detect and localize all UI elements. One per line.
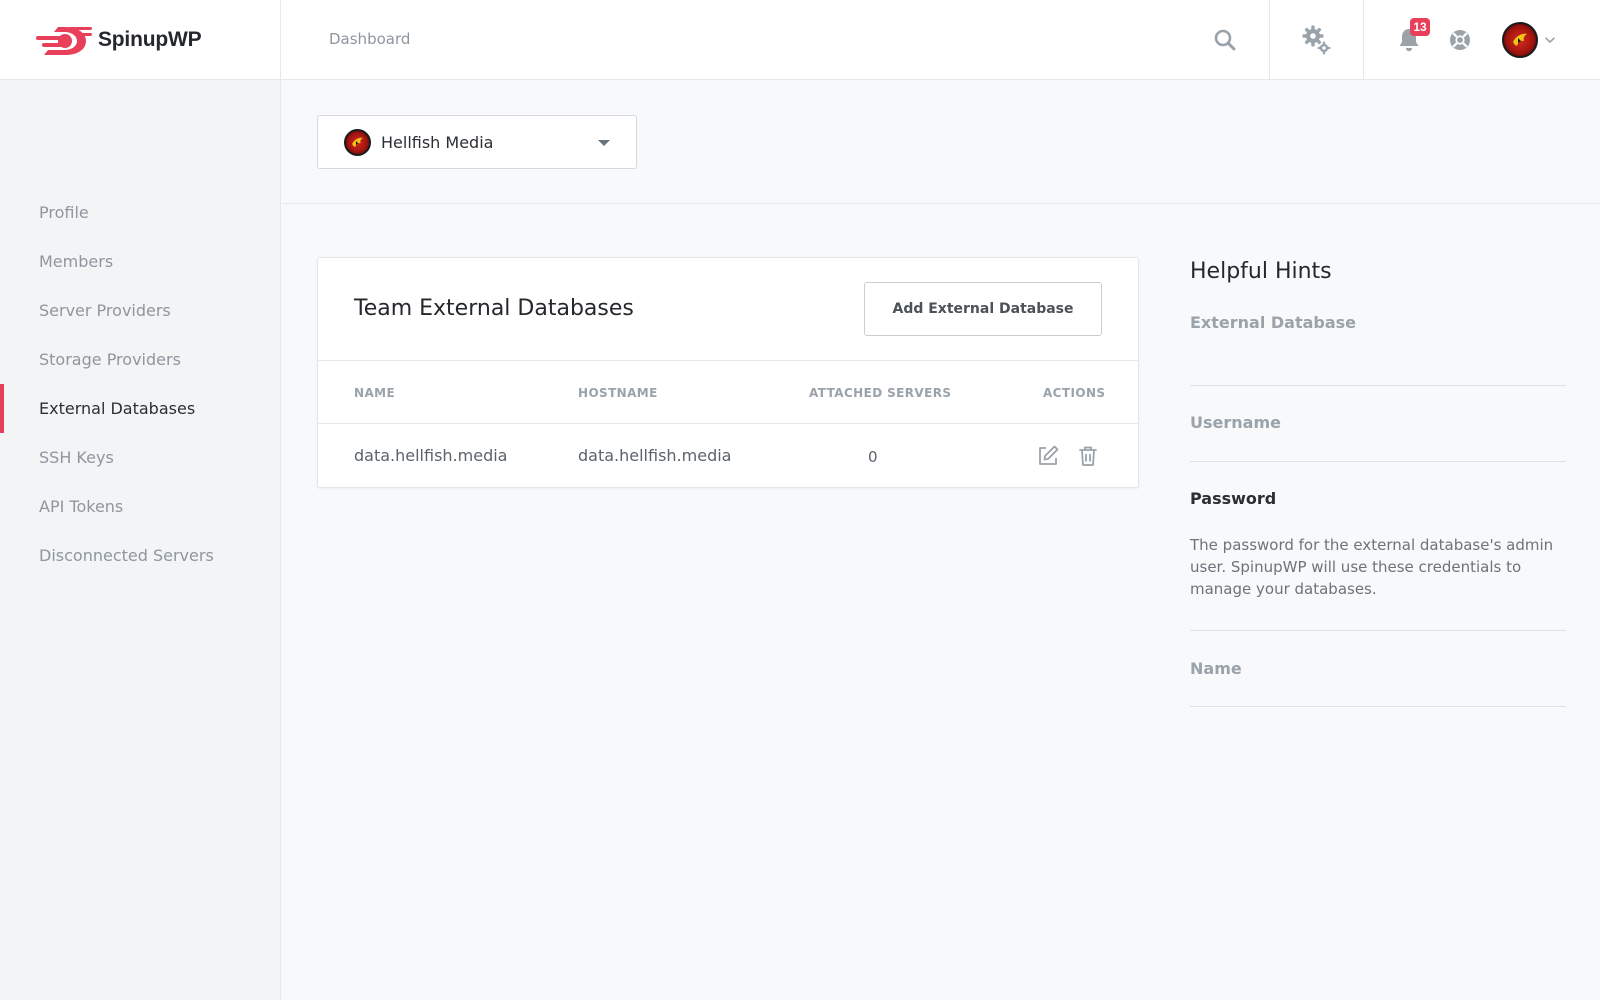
- brand-name: SpinupWP: [98, 28, 202, 51]
- hellfish-logo-icon: [1513, 33, 1527, 46]
- notifications-button[interactable]: 13: [1391, 18, 1430, 58]
- hint-label: External Database: [1190, 313, 1357, 332]
- sidebar-item-api-tokens[interactable]: API Tokens: [0, 482, 281, 531]
- edit-icon: [1039, 445, 1059, 465]
- top-header: SpinupWP Dashboard 13: [0, 0, 1600, 80]
- table-header: NAME HOSTNAME ATTACHED SERVERS ACTIONS: [318, 361, 1138, 424]
- hint-label: Name: [1190, 659, 1242, 678]
- avatar: [1502, 22, 1538, 58]
- hint-label: Password: [1190, 489, 1277, 508]
- database-hostname-cell: data.hellfish.media: [578, 446, 732, 465]
- search-button[interactable]: [1207, 22, 1243, 58]
- edit-database-button[interactable]: [1036, 444, 1060, 468]
- column-header-name[interactable]: NAME: [354, 386, 395, 400]
- sidebar-item-disconnected-servers[interactable]: Disconnected Servers: [0, 531, 281, 580]
- team-selector-bar: Hellfish Media: [282, 80, 1600, 204]
- hint-description: The password for the external database's…: [1190, 536, 1554, 598]
- hint-password[interactable]: Password The password for the external d…: [1190, 462, 1566, 631]
- caret-down-icon: [598, 140, 610, 146]
- header-divider: [1269, 0, 1270, 80]
- spinupwp-logo-icon: [36, 27, 92, 55]
- notification-count-badge: 13: [1410, 18, 1430, 36]
- sidebar-nav: Profile Members Server Providers Storage…: [0, 188, 281, 580]
- settings-sidebar: Profile Members Server Providers Storage…: [0, 80, 281, 1000]
- chevron-down-icon: [1544, 37, 1556, 44]
- help-lifebuoy-icon: [1450, 30, 1470, 50]
- hellfish-logo-icon: [352, 137, 363, 147]
- database-name-cell: data.hellfish.media: [354, 446, 508, 465]
- user-menu[interactable]: [1502, 22, 1556, 58]
- sidebar-item-storage-providers[interactable]: Storage Providers: [0, 335, 281, 384]
- selected-team-name: Hellfish Media: [381, 132, 494, 152]
- sidebar-item-members[interactable]: Members: [0, 237, 281, 286]
- team-select-dropdown[interactable]: Hellfish Media: [317, 115, 637, 169]
- delete-database-button[interactable]: [1076, 444, 1100, 468]
- sidebar-item-external-databases[interactable]: External Databases: [0, 384, 281, 433]
- hints-title: Helpful Hints: [1190, 259, 1332, 284]
- hint-name[interactable]: Name: [1190, 631, 1566, 707]
- column-header-attached-servers[interactable]: ATTACHED SERVERS: [809, 386, 951, 400]
- sidebar-item-ssh-keys[interactable]: SSH Keys: [0, 433, 281, 482]
- header-divider: [1363, 0, 1364, 80]
- card-title: Team External Databases: [354, 296, 634, 321]
- card-header: Team External Databases Add External Dat…: [318, 258, 1138, 361]
- column-header-actions: ACTIONS: [1043, 386, 1106, 400]
- hint-label: Username: [1190, 413, 1281, 432]
- sidebar-item-server-providers[interactable]: Server Providers: [0, 286, 281, 335]
- external-databases-card: Team External Databases Add External Dat…: [317, 257, 1139, 488]
- column-header-hostname[interactable]: HOSTNAME: [578, 386, 658, 400]
- team-avatar: [344, 128, 371, 156]
- helpful-hints-panel: Helpful Hints External Database Username…: [1190, 257, 1566, 707]
- help-button[interactable]: [1442, 22, 1478, 58]
- settings-gears-icon: [1302, 25, 1331, 55]
- table-row: data.hellfish.media data.hellfish.media …: [318, 424, 1138, 488]
- sidebar-item-profile[interactable]: Profile: [0, 188, 281, 237]
- nav-dashboard-link[interactable]: Dashboard: [329, 30, 410, 48]
- attached-servers-cell: 0: [868, 448, 878, 466]
- search-icon: [1214, 29, 1236, 51]
- add-external-database-button[interactable]: Add External Database: [864, 282, 1102, 336]
- hint-username[interactable]: Username: [1190, 386, 1566, 462]
- settings-button[interactable]: [1299, 22, 1335, 58]
- trash-icon: [1079, 446, 1097, 466]
- hint-external-database[interactable]: External Database: [1190, 284, 1566, 386]
- logo[interactable]: SpinupWP: [0, 0, 281, 80]
